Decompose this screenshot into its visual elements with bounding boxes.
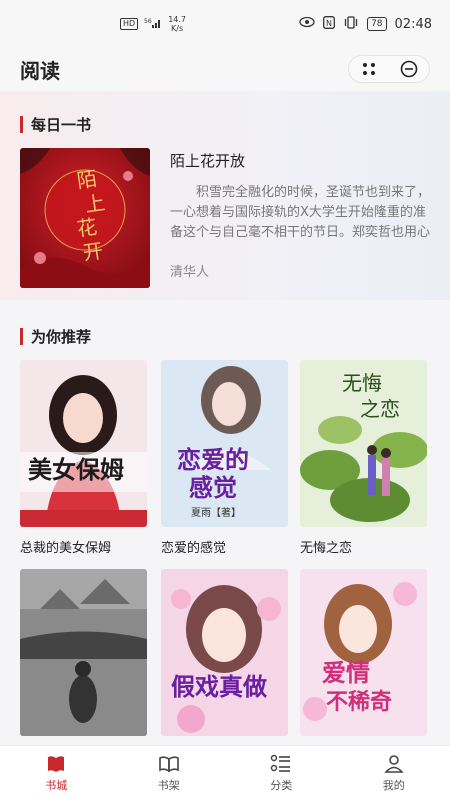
eye-icon	[299, 16, 315, 32]
recommend-section-title-text: 为你推荐	[31, 328, 92, 346]
daily-book-title: 陌上花开放	[170, 152, 246, 170]
network-badge: HD	[120, 18, 139, 30]
recommend-section-title: 为你推荐	[20, 326, 91, 347]
book-card[interactable]: 美女保姆 总裁的美女保姆	[20, 360, 147, 556]
battery-indicator: 78	[367, 17, 387, 31]
book-cover-art: 恋爱的 感觉 夏雨【著】	[161, 360, 288, 527]
book-card[interactable]: 无悔 之恋 无悔之恋	[300, 360, 427, 556]
vibrate-icon	[343, 15, 359, 33]
network-speed: 14.7 K/s	[168, 15, 186, 33]
category-icon	[271, 754, 291, 772]
svg-text:无悔: 无悔	[342, 371, 382, 395]
book-cover-art: 假戏真做	[161, 569, 288, 736]
daily-book-section: 每日一书 陌 上 花 开 陌上花开放 积雪完全融化的时候，圣诞节也到来了，一心想…	[0, 92, 450, 300]
tab-profile[interactable]: 我的	[338, 746, 450, 800]
book-card[interactable]: 假戏真做	[161, 569, 288, 746]
nfc-icon: N	[323, 15, 336, 33]
svg-text:假戏真做: 假戏真做	[171, 672, 267, 701]
status-bar: HD 56 14.7 K/s N 78 02:48	[0, 0, 450, 48]
book-cover[interactable]: 无悔 之恋	[300, 360, 427, 527]
book-cover-art: 无悔 之恋	[300, 360, 427, 527]
book-cover-art: 美女保姆	[20, 360, 147, 527]
daily-section-title-text: 每日一书	[31, 116, 92, 134]
signal-text: 56	[144, 18, 152, 25]
svg-text:不稀奇: 不稀奇	[326, 689, 392, 715]
daily-book-cover[interactable]: 陌 上 花 开	[20, 148, 150, 288]
tab-label: 我的	[382, 778, 405, 792]
book-card[interactable]	[20, 569, 147, 746]
title-accent-bar	[20, 116, 23, 133]
book-cover-art	[20, 569, 147, 736]
svg-text:陌: 陌	[75, 166, 98, 193]
page-title: 阅读	[20, 58, 60, 83]
tab-label: 分类	[270, 778, 293, 792]
close-button[interactable]	[395, 58, 423, 80]
book-title: 总裁的美女保姆	[20, 541, 112, 556]
tab-label: 书架	[157, 778, 180, 792]
svg-text:上: 上	[83, 190, 106, 217]
svg-text:恋爱的: 恋爱的	[177, 445, 249, 474]
bottom-tab-bar: 书城 书架 分类 我的	[0, 745, 450, 800]
svg-text:感觉: 感觉	[189, 473, 237, 502]
profile-icon	[383, 754, 404, 773]
book-title: 无悔之恋	[300, 541, 353, 556]
speed-value: 14.7	[168, 15, 186, 24]
svg-text:爱情: 爱情	[322, 658, 370, 687]
tab-bookshelf[interactable]: 书架	[113, 746, 226, 800]
daily-section-title: 每日一书	[20, 114, 91, 135]
status-right: N 78 02:48	[299, 15, 432, 33]
book-store-icon	[48, 755, 65, 772]
book-cover[interactable]: 恋爱的 感觉 夏雨【著】	[161, 360, 288, 527]
more-button[interactable]	[355, 58, 383, 80]
book-cover[interactable]: 爱情 不稀奇	[300, 569, 427, 736]
tab-book-store[interactable]: 书城	[0, 746, 113, 800]
svg-text:N: N	[326, 19, 332, 28]
tab-category[interactable]: 分类	[225, 746, 338, 800]
book-cover[interactable]: 美女保姆	[20, 360, 147, 527]
status-left: HD 56 14.7 K/s	[120, 15, 186, 33]
app-header: 阅读	[0, 48, 450, 90]
title-accent-bar	[20, 328, 23, 345]
svg-text:花: 花	[75, 214, 98, 241]
daily-cover-art: 陌 上 花 开	[20, 148, 150, 288]
mini-program-capsule	[348, 55, 430, 83]
book-title: 恋爱的感觉	[161, 541, 227, 556]
svg-text:之恋: 之恋	[360, 397, 400, 421]
daily-book-author: 清华人	[170, 265, 210, 280]
close-circle-icon	[400, 60, 418, 78]
book-card[interactable]: 爱情 不稀奇	[300, 569, 427, 746]
speed-unit: K/s	[171, 24, 184, 33]
book-cover-art: 爱情 不稀奇	[300, 569, 427, 736]
clock: 02:48	[394, 16, 432, 32]
signal-icon: 56	[144, 17, 162, 32]
book-cover[interactable]: 假戏真做	[161, 569, 288, 736]
tab-label: 书城	[45, 778, 68, 792]
more-dots-icon	[363, 63, 375, 75]
daily-book-description: 积雪完全融化的时候，圣诞节也到来了，一心想着与国际接轨的X大学生开始隆重的准备这…	[170, 185, 430, 240]
svg-text:夏雨【著】: 夏雨【著】	[191, 506, 241, 519]
svg-text:开: 开	[81, 238, 104, 265]
svg-text:美女保姆: 美女保姆	[28, 455, 124, 484]
book-cover[interactable]	[20, 569, 147, 736]
bookshelf-icon	[158, 755, 179, 772]
book-card[interactable]: 恋爱的 感觉 夏雨【著】 恋爱的感觉	[161, 360, 288, 556]
daily-book-info[interactable]: 陌上花开放 积雪完全融化的时候，圣诞节也到来了，一心想着与国际接轨的X大学生开始…	[170, 148, 430, 288]
